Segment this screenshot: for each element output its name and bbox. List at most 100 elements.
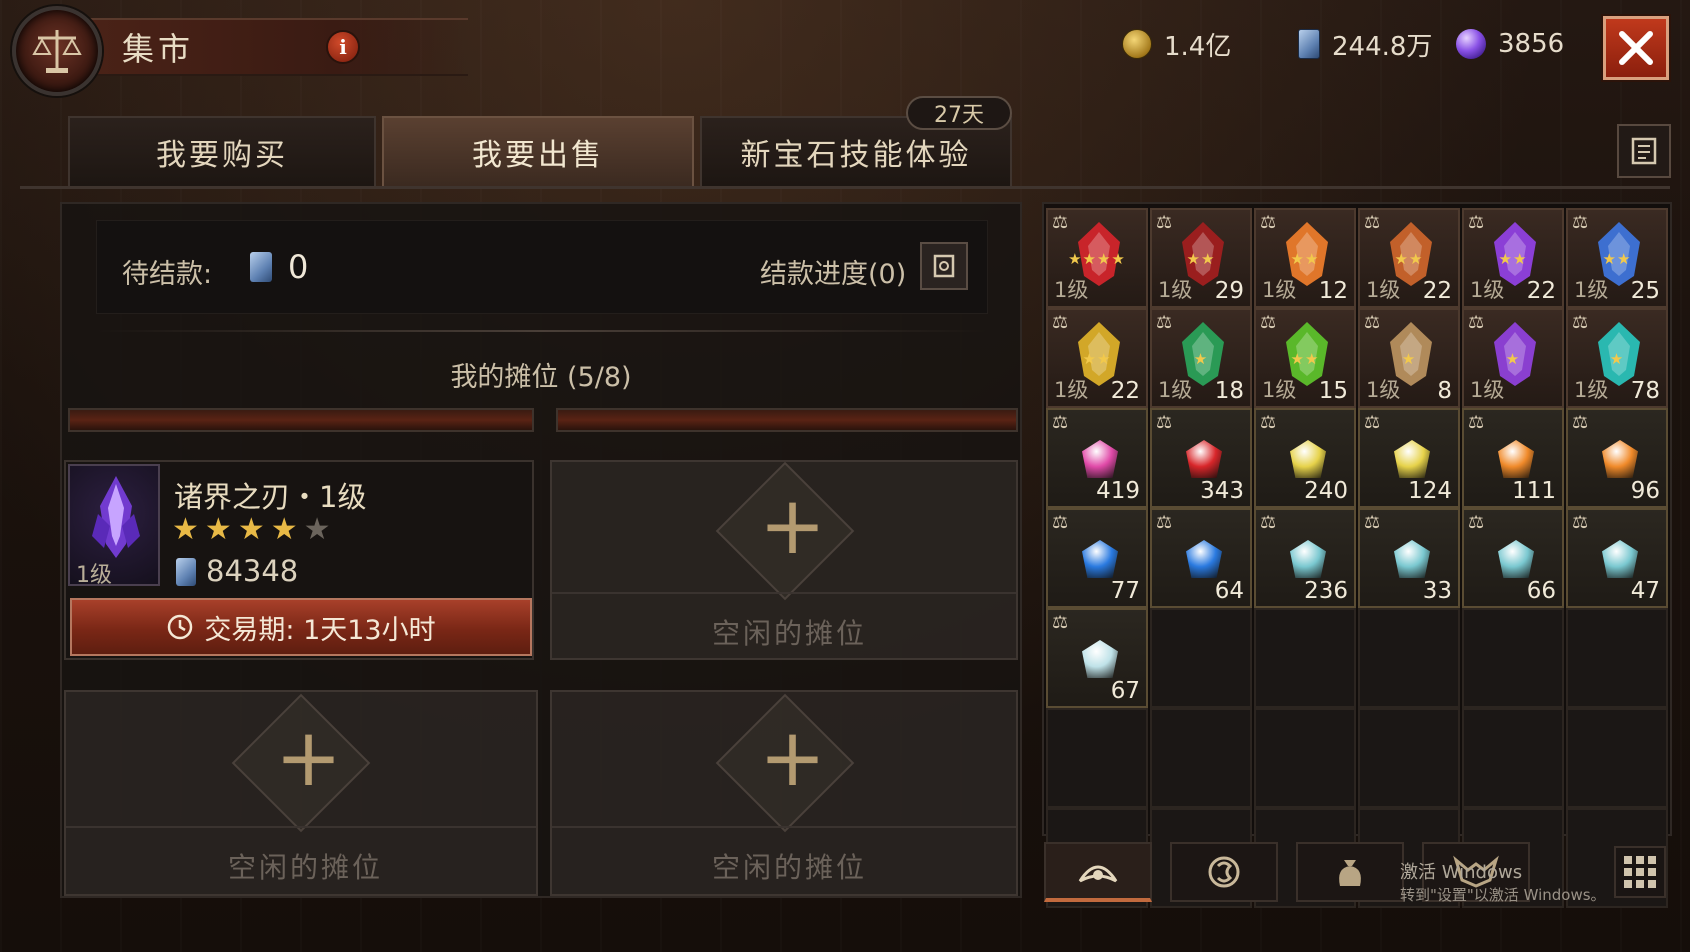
inventory-gem-slot[interactable]: ⚖ 66 <box>1462 508 1564 608</box>
inventory-gem-slot[interactable]: ⚖ 77 <box>1046 508 1148 608</box>
inventory-empty-slot <box>1358 708 1460 808</box>
inventory-gem-slot[interactable]: ⚖ 47 <box>1566 508 1668 608</box>
inventory-gem-slot[interactable]: ⚖ 67 <box>1046 608 1148 708</box>
gem-icon <box>1186 440 1222 478</box>
item-quantity: 64 <box>1214 578 1244 604</box>
charm-stars: ★★★★ <box>1068 250 1126 268</box>
trade-period-bar[interactable]: 交易期: 1天13小时 <box>70 598 532 656</box>
tab-divider <box>20 186 1670 189</box>
tradeable-icon: ⚖ <box>1468 412 1485 433</box>
gem-icon <box>1602 440 1638 478</box>
star-filled-icon: ★ <box>270 512 304 547</box>
item-level: 1级 <box>76 563 112 588</box>
platinum-icon <box>176 558 196 586</box>
charm-stars: ★★ <box>1082 350 1112 368</box>
tab-sell[interactable]: 我要出售 <box>382 116 694 186</box>
item-quantity: 15 <box>1318 378 1348 404</box>
item-stars: ★★★★★ <box>172 512 337 547</box>
inventory-gem-slot[interactable]: ⚖ 64 <box>1150 508 1252 608</box>
inventory-gem-slot[interactable]: ⚖ 96 <box>1566 408 1668 508</box>
item-quantity: 77 <box>1110 578 1140 604</box>
eternal-orb-icon <box>1456 29 1486 59</box>
tab-bag[interactable] <box>1296 842 1404 902</box>
star-filled-icon: ★ <box>204 512 238 547</box>
tradeable-icon: ⚖ <box>1468 312 1485 333</box>
close-icon <box>1619 31 1653 65</box>
inventory-gem-slot[interactable]: ⚖ 33 <box>1358 508 1460 608</box>
gem-icon <box>1498 440 1534 478</box>
tradeable-icon: ⚖ <box>1052 312 1069 333</box>
tradeable-icon: ⚖ <box>1572 512 1589 533</box>
settlement-progress-button[interactable] <box>920 242 968 290</box>
tradeable-icon: ⚖ <box>1364 412 1381 433</box>
tradeable-icon: ⚖ <box>1052 212 1069 233</box>
tab-gems[interactable] <box>1044 842 1152 902</box>
add-stall-icon: + <box>759 479 827 572</box>
inventory-empty-slot <box>1046 708 1148 808</box>
tradeable-icon: ⚖ <box>1052 512 1069 533</box>
item-quantity: 66 <box>1526 578 1556 604</box>
scales-emblem-icon <box>12 6 102 96</box>
panel-divider <box>96 330 988 332</box>
tab-runes[interactable] <box>1170 842 1278 902</box>
item-level: 1级 <box>1366 378 1401 402</box>
tradeable-icon: ⚖ <box>1156 312 1173 333</box>
tradeable-icon: ⚖ <box>1260 512 1277 533</box>
empty-stall[interactable]: + 空闲的摊位 <box>550 690 1018 896</box>
my-stalls-title: 我的摊位 (5/8) <box>450 362 632 393</box>
item-quantity: 22 <box>1422 278 1452 304</box>
charm-stars: ★★ <box>1498 250 1528 268</box>
star-filled-icon: ★ <box>237 512 271 547</box>
inventory-charm-slot[interactable]: ⚖ ★★ 1级 22 <box>1462 208 1564 308</box>
tradeable-icon: ⚖ <box>1364 212 1381 233</box>
inventory-gem-slot[interactable]: ⚖ 124 <box>1358 408 1460 508</box>
inventory-empty-slot <box>1150 708 1252 808</box>
tradeable-icon: ⚖ <box>1260 212 1277 233</box>
inventory-gem-slot[interactable]: ⚖ 111 <box>1462 408 1564 508</box>
settlement-progress-label: 结款进度(0) <box>760 259 907 290</box>
bag-category-icon <box>1339 860 1361 886</box>
inventory-charm-slot[interactable]: ⚖ ★★ 1级 22 <box>1358 208 1460 308</box>
ledger-button[interactable] <box>1617 124 1671 178</box>
inventory-charm-slot[interactable]: ⚖ ★ 1级 8 <box>1358 308 1460 408</box>
inventory-empty-slot <box>1358 608 1460 708</box>
charm-stars: ★ <box>1401 350 1417 368</box>
inventory-charm-slot[interactable]: ⚖ ★ 1级 <box>1462 308 1564 408</box>
item-level: 1级 <box>1470 278 1505 302</box>
item-quantity: 111 <box>1512 478 1556 504</box>
inventory-charm-slot[interactable]: ⚖ ★ 1级 78 <box>1566 308 1668 408</box>
charm-stars: ★★ <box>1290 350 1320 368</box>
inventory-gem-slot[interactable]: ⚖ 419 <box>1046 408 1148 508</box>
item-level: 1级 <box>1054 278 1089 302</box>
empty-stall-label: 空闲的摊位 <box>228 851 384 884</box>
inventory-charm-slot[interactable]: ⚖ ★★★★ 1级 <box>1046 208 1148 308</box>
item-quantity: 25 <box>1630 278 1660 304</box>
close-button[interactable] <box>1601 14 1671 82</box>
inventory-charm-slot[interactable]: ⚖ ★ 1级 18 <box>1150 308 1252 408</box>
activation-watermark-hint: 转到"设置"以激活 Windows。 <box>1400 886 1606 904</box>
inventory-gem-slot[interactable]: ⚖ 240 <box>1254 408 1356 508</box>
inventory-charm-slot[interactable]: ⚖ ★★ 1级 29 <box>1150 208 1252 308</box>
item-name: 诸界之刃・1级 <box>174 480 367 514</box>
info-icon[interactable]: i <box>326 30 360 64</box>
inventory-charm-slot[interactable]: ⚖ ★★ 1级 22 <box>1046 308 1148 408</box>
gold-currency: 1.4亿 <box>1122 26 1231 62</box>
tradeable-icon: ⚖ <box>1052 612 1069 633</box>
inventory-gem-slot[interactable]: ⚖ 343 <box>1150 408 1252 508</box>
empty-stall[interactable]: + 空闲的摊位 <box>550 460 1018 660</box>
tab-buy[interactable]: 我要购买 <box>68 116 376 186</box>
orb-value: 3856 <box>1498 29 1565 59</box>
inventory-charm-slot[interactable]: ⚖ ★★ 1级 25 <box>1566 208 1668 308</box>
gem-icon <box>1498 540 1534 578</box>
empty-stall[interactable]: + 空闲的摊位 <box>64 690 538 896</box>
grid-view-button[interactable] <box>1614 846 1666 898</box>
empty-stall-label: 空闲的摊位 <box>712 617 868 650</box>
inventory-charm-slot[interactable]: ⚖ ★★ 1级 15 <box>1254 308 1356 408</box>
charm-stars: ★★ <box>1290 250 1320 268</box>
tradeable-icon: ⚖ <box>1364 512 1381 533</box>
gem-icon <box>1290 440 1326 478</box>
item-quantity: 12 <box>1318 278 1348 304</box>
item-quantity: 78 <box>1630 378 1660 404</box>
inventory-charm-slot[interactable]: ⚖ ★★ 1级 12 <box>1254 208 1356 308</box>
inventory-gem-slot[interactable]: ⚖ 236 <box>1254 508 1356 608</box>
